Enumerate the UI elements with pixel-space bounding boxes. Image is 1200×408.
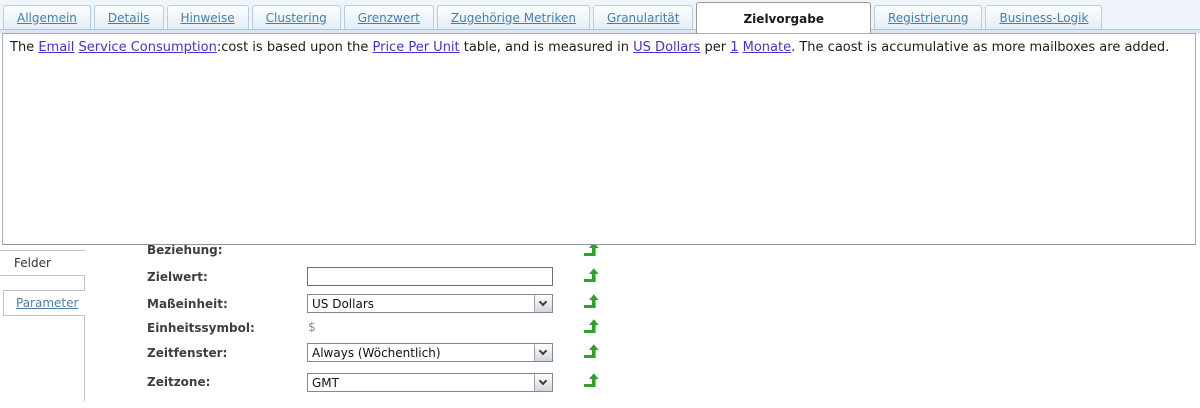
einheitssymbol-label: Einheitssymbol:: [147, 321, 255, 335]
dropdown-button[interactable]: [534, 295, 552, 312]
zeitzone-selected-value: GMT: [312, 376, 339, 390]
tab-label: Details: [107, 10, 150, 25]
tab-zugeh-rige-metriken[interactable]: Zugehörige Metriken: [436, 5, 590, 29]
note-link-service-consumption[interactable]: Service Consumption: [79, 40, 217, 55]
zeitzone-select[interactable]: GMT: [307, 373, 553, 392]
zeitzone-label: Zeitzone:: [147, 375, 211, 389]
zielvorgabe-screen: Allgemein Details Hinweise Clustering Grenzw…: [0, 0, 1200, 408]
chevron-down-icon: [538, 346, 548, 356]
side-tab-label: Felder: [14, 256, 51, 270]
apply-arrow-icon[interactable]: [583, 371, 600, 388]
chevron-down-icon: [538, 376, 548, 386]
zielwert-label: Zielwert:: [147, 270, 208, 284]
zielwert-input[interactable]: [307, 267, 553, 286]
tab-label: Business-Logik: [999, 10, 1089, 25]
tab-list: Allgemein Details Hinweise Clustering Grenzw…: [3, 0, 1105, 34]
note-text: per: [700, 40, 731, 55]
note-link-monate[interactable]: Monate: [743, 40, 791, 55]
tab-label: Allgemein: [17, 10, 77, 25]
note-link-us-dollars[interactable]: US Dollars: [633, 40, 700, 55]
tab-granularit-t[interactable]: Granularität: [592, 5, 694, 29]
apply-arrow-icon[interactable]: [583, 317, 600, 334]
tab-label: Hinweise: [180, 10, 235, 25]
masseinheit-select[interactable]: US Dollars: [307, 294, 553, 313]
notes-text: The Email Service Consumption:cost is ba…: [10, 40, 1188, 55]
note-link-price-per-unit[interactable]: Price Per Unit: [372, 40, 459, 55]
note-link-email[interactable]: Email: [38, 40, 74, 55]
tab-hinweise[interactable]: Hinweise: [166, 5, 249, 29]
tab-label: Grenzwert: [357, 10, 420, 25]
tab-label: Registrierung: [887, 10, 969, 25]
note-text: The: [10, 40, 39, 55]
beziehung-label: Beziehung:: [147, 243, 223, 257]
note-text: table, and is measured in: [459, 40, 634, 55]
tab-registrierung[interactable]: Registrierung: [873, 5, 983, 29]
side-tab-label: Parameter: [16, 296, 79, 310]
notes-panel: The Email Service Consumption:cost is ba…: [2, 33, 1196, 245]
tab-label: Clustering: [265, 10, 327, 25]
note-text: :cost is based upon the: [216, 40, 373, 55]
apply-arrow-icon[interactable]: [583, 342, 600, 359]
zeitfenster-label: Zeitfenster:: [147, 346, 228, 360]
tab-label: Zielvorgabe: [743, 11, 824, 26]
tab-allgemein[interactable]: Allgemein: [3, 5, 91, 29]
note-text: . The caost is accumulative as more mail…: [791, 40, 1170, 55]
tab-label: Zugehörige Metriken: [450, 10, 576, 25]
tab-bar: Allgemein Details Hinweise Clustering Grenzw…: [0, 0, 1200, 34]
chevron-down-icon: [538, 297, 548, 307]
tab-label: Granularität: [606, 10, 680, 25]
zeitfenster-select[interactable]: Always (Wöchentlich): [307, 343, 553, 362]
side-tab-felder[interactable]: Felder: [0, 250, 85, 276]
masseinheit-selected-value: US Dollars: [312, 297, 375, 311]
einheitssymbol-value: $: [308, 320, 316, 334]
tab-grenzwert[interactable]: Grenzwert: [343, 5, 434, 29]
masseinheit-label: Maßeinheit:: [147, 297, 228, 311]
dropdown-button[interactable]: [534, 374, 552, 391]
dropdown-button[interactable]: [534, 344, 552, 361]
apply-arrow-icon[interactable]: [583, 266, 600, 283]
zeitfenster-selected-value: Always (Wöchentlich): [312, 346, 441, 360]
tab-business-logik[interactable]: Business-Logik: [985, 5, 1103, 29]
side-tab-parameter[interactable]: Parameter: [3, 290, 85, 316]
tab-zielvorgabe[interactable]: Zielvorgabe: [696, 2, 871, 34]
apply-arrow-icon[interactable]: [583, 292, 600, 309]
tab-details[interactable]: Details: [93, 5, 164, 29]
tab-clustering[interactable]: Clustering: [251, 5, 341, 29]
